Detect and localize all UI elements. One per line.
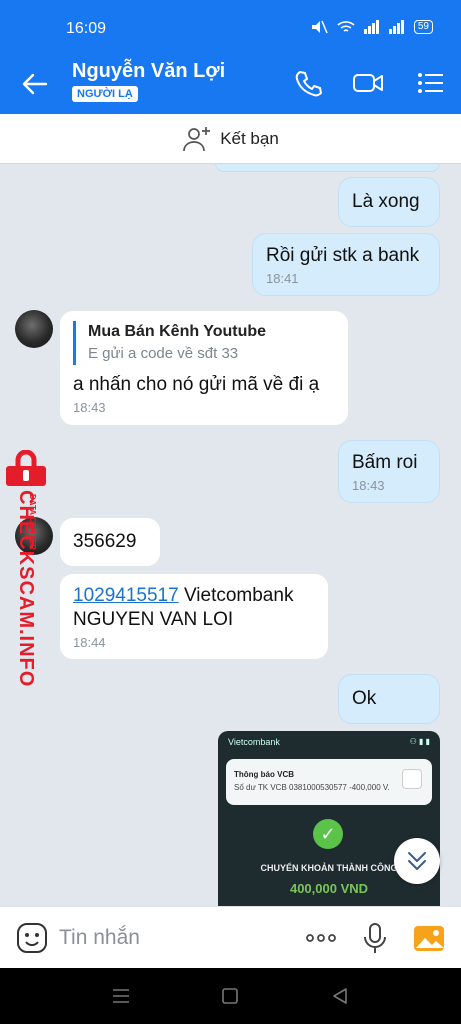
message-bubble[interactable]: Bấm roi 18:43 [338, 440, 440, 503]
message-time: 18:43 [352, 478, 385, 493]
recent-apps-icon[interactable] [111, 987, 131, 1005]
add-friend-label: Kết bạn [220, 128, 279, 148]
stranger-badge: NGƯỜI LẠ [72, 86, 138, 102]
message-list[interactable]: Là xong Rồi gửi stk a bank 18:41 Mua Bán… [0, 164, 461, 906]
message-bubble[interactable]: Là xong [338, 177, 440, 227]
message-time: 18:41 [266, 271, 299, 286]
vcb-shield-icon [402, 769, 422, 789]
message-text: 356629 [73, 531, 137, 552]
message-text: Rồi gửi stk a bank [266, 245, 420, 266]
notif-title: Thông báo VCB [234, 770, 294, 779]
account-number-link[interactable]: 1029415517 [73, 585, 179, 606]
sticker-icon[interactable] [15, 921, 49, 955]
watermark: CHECKSCAM.INFO DATA CENTER [0, 450, 50, 687]
chat-header: Nguyễn Văn Lợi NGƯỜI LẠ [0, 52, 461, 114]
message-time: 18:43 [73, 400, 106, 415]
message-bubble[interactable]: 1029415517 Vietcombank NGUYEN VAN LOI 18… [59, 573, 329, 660]
wifi-icon [337, 21, 355, 32]
avatar[interactable] [15, 310, 53, 348]
notif-body: Số dư TK VCB 0381000530577 -400,000 V. [234, 783, 390, 792]
status-icons: 59 [310, 20, 433, 34]
mute-icon [311, 20, 328, 34]
quote-text: E gửi a code về sđt 33 [88, 345, 239, 362]
add-friend-icon [183, 126, 211, 151]
scroll-down-button[interactable] [394, 838, 440, 884]
menu-icon[interactable] [414, 68, 446, 98]
message-text: Bấm roi [352, 452, 418, 473]
status-time: 16:09 [66, 20, 107, 37]
more-options-icon[interactable] [304, 921, 338, 955]
signal-2-icon [388, 20, 404, 34]
message-bubble[interactable]: Ok [338, 674, 440, 724]
message-time: 18:44 [73, 635, 106, 650]
quoted-message[interactable]: Mua Bán Kênh Youtube E gửi a code về sđt… [73, 321, 335, 365]
quote-title: Mua Bán Kênh Youtube [88, 323, 267, 340]
image-status-icons: ⚇ ▮ ▮ [409, 737, 430, 746]
message-text: Ok [352, 688, 377, 709]
message-text: Là xong [352, 191, 420, 212]
success-check-icon: ✓ [313, 819, 343, 849]
signal-icon [363, 20, 379, 34]
bank-name: Vietcombank [178, 585, 294, 606]
phone-icon[interactable] [292, 68, 324, 98]
image-app-name: Vietcombank [228, 737, 280, 747]
message-bubble-partial [215, 164, 440, 172]
message-text: a nhấn cho nó gửi mã về đi ạ [73, 374, 320, 395]
message-bubble[interactable]: 356629 [59, 517, 161, 567]
add-friend-button[interactable]: Kết bạn [0, 114, 461, 164]
message-bubble[interactable]: Rồi gửi stk a bank 18:41 [252, 233, 440, 296]
status-bar: 16:09 59 [0, 0, 461, 52]
watermark-subtext: DATA CENTER [28, 494, 37, 550]
battery-icon: 59 [413, 20, 433, 34]
contact-name[interactable]: Nguyễn Văn Lợi [72, 60, 225, 83]
video-call-icon[interactable] [352, 68, 384, 98]
message-input[interactable]: Tin nhắn [59, 926, 140, 950]
message-composer: Tin nhắn [0, 906, 461, 968]
message-bubble[interactable]: Mua Bán Kênh Youtube E gửi a code về sđt… [59, 310, 349, 426]
microphone-icon[interactable] [358, 921, 392, 955]
chevron-double-down-icon [408, 852, 426, 870]
back-arrow-icon[interactable] [20, 70, 50, 98]
account-holder: NGUYEN VAN LOI [73, 609, 234, 630]
lock-logo-icon [6, 450, 46, 486]
image-picker-icon[interactable] [412, 921, 446, 955]
image-notification: Thông báo VCB Số dư TK VCB 0381000530577… [226, 759, 432, 805]
system-nav-bar [0, 968, 461, 1024]
home-icon[interactable] [221, 987, 239, 1005]
back-nav-icon[interactable] [331, 987, 349, 1005]
